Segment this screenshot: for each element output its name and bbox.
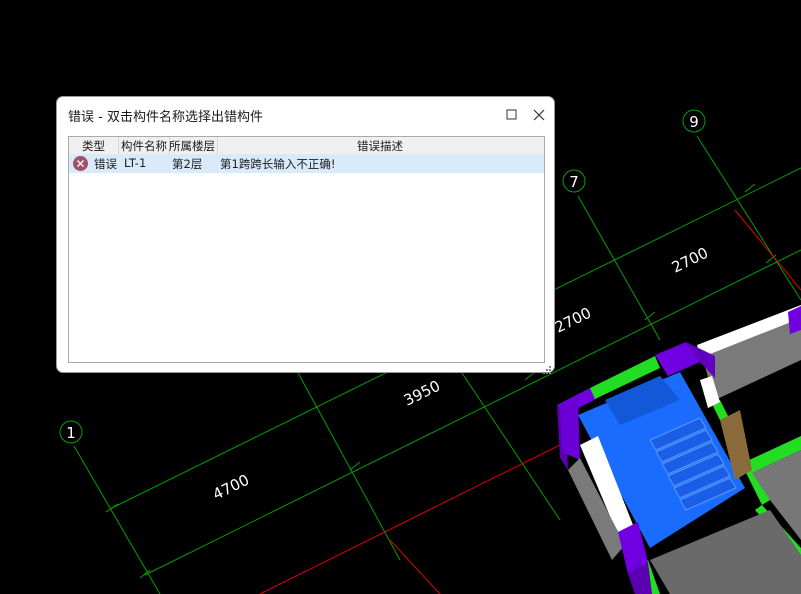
row-description: 第1跨跨长输入不正确! (220, 157, 336, 171)
column-header-type[interactable]: 类型 (82, 138, 105, 154)
svg-text:7: 7 (569, 173, 579, 191)
dialog-title: 错误 - 双击构件名称选择出错构件 (68, 110, 263, 125)
resize-grip-icon[interactable] (542, 360, 552, 374)
svg-text:9: 9 (689, 113, 699, 131)
column-header-floor[interactable]: 所属楼层 (169, 138, 215, 154)
close-icon[interactable] (529, 105, 549, 125)
building-model[interactable] (557, 305, 801, 594)
table-row[interactable]: 错误 LT-1 第2层 第1跨跨长输入不正确! (69, 154, 544, 173)
dimension-4700: 4700 (210, 471, 252, 504)
column-header-name[interactable]: 构件名称 (121, 138, 167, 154)
dimension-2700-a: 2700 (552, 304, 594, 337)
dimension-3950: 3950 (401, 377, 443, 410)
error-list[interactable]: 类型 构件名称 所属楼层 错误描述 错误 LT-1 第2层 第1跨跨长输入不正确… (68, 136, 545, 363)
row-type: 错误 (94, 157, 117, 171)
error-list-header: 类型 构件名称 所属楼层 错误描述 (69, 137, 544, 155)
error-circle-x-icon (73, 156, 88, 171)
axis-bubble-1: 1 (59, 420, 83, 444)
dialog-titlebar[interactable]: 错误 - 双击构件名称选择出错构件 (57, 97, 554, 133)
dimension-2700-b: 2700 (669, 244, 711, 277)
column-header-desc[interactable]: 错误描述 (357, 138, 403, 154)
maximize-icon[interactable] (502, 105, 522, 125)
axis-bubble-7: 7 (562, 169, 586, 193)
svg-text:1: 1 (66, 424, 76, 442)
error-dialog[interactable]: 错误 - 双击构件名称选择出错构件 类型 构件名称 所属楼层 错误描述 错误 L… (56, 96, 555, 374)
axis-bubble-9: 9 (682, 109, 706, 133)
row-component-name[interactable]: LT-1 (124, 156, 146, 170)
row-floor: 第2层 (172, 157, 203, 171)
